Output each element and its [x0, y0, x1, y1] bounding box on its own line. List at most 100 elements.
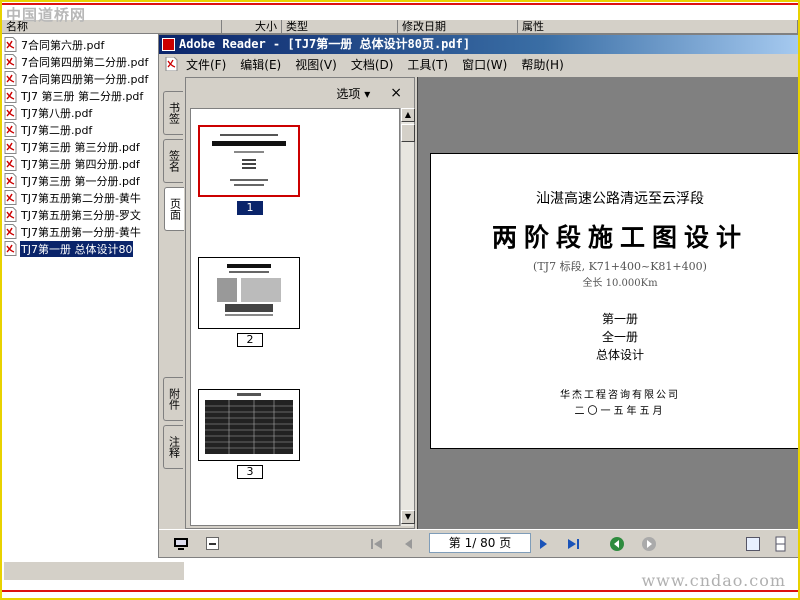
file-item[interactable]: TJ7第五册第二分册-黄牛	[4, 189, 162, 206]
monitor-icon[interactable]	[173, 536, 189, 552]
single-page-icon[interactable]	[745, 536, 761, 552]
menu-edit[interactable]: 编辑(E)	[240, 56, 281, 73]
adobe-reader-icon	[162, 38, 175, 51]
menu-document[interactable]: 文档(D)	[351, 56, 394, 73]
tab-bookmarks[interactable]: 书签	[163, 91, 183, 135]
file-list: 7合同第六册.pdf 7合同第四册第二分册.pdf 7合同第四册第一分册.pdf TJ…	[4, 36, 162, 257]
pdf-document-icon[interactable]	[165, 56, 178, 72]
pdf-file-icon	[4, 156, 17, 171]
file-name: TJ7 第三册 第二分册.pdf	[21, 89, 144, 103]
menu-help[interactable]: 帮助(H)	[521, 56, 563, 73]
file-name: TJ7第五册第三分册-罗文	[21, 208, 141, 222]
pdf-file-icon	[4, 88, 17, 103]
page-number-field[interactable]: 第 1/ 80 页	[429, 533, 531, 553]
file-name: TJ7第三册 第四分册.pdf	[21, 157, 140, 171]
close-pane-button[interactable]: ×	[390, 85, 402, 101]
options-button[interactable]: 选项 ▾	[336, 85, 370, 102]
file-name: TJ7第五册第二分册-黄牛	[21, 191, 141, 205]
scroll-up-button[interactable]: ▲	[401, 108, 415, 122]
thumbnail-preview	[205, 393, 293, 454]
pdf-file-icon	[4, 122, 17, 137]
file-name: 7合同第六册.pdf	[21, 38, 105, 52]
file-item[interactable]: TJ7第五册第一分册-黄牛	[4, 223, 162, 240]
pdf-file-icon	[4, 139, 17, 154]
file-item[interactable]: TJ7第二册.pdf	[4, 121, 162, 138]
thumbnail-pane: 选项 ▾ × 1 2 3 ▲ ▼	[185, 77, 415, 529]
col-size[interactable]: 大小	[222, 20, 282, 34]
doc-date: 二〇一五年五月	[574, 406, 666, 417]
previous-page-icon[interactable]	[401, 536, 417, 552]
file-item[interactable]: 7合同第四册第一分册.pdf	[4, 70, 162, 87]
pdf-file-icon	[4, 37, 17, 52]
tab-signatures[interactable]: 签名	[163, 139, 183, 183]
file-item[interactable]: TJ7第三册 第一分册.pdf	[4, 172, 162, 189]
menu-tools[interactable]: 工具(T)	[407, 56, 448, 73]
continuous-page-icon[interactable]	[773, 536, 789, 552]
page-number-label-3[interactable]: 3	[237, 465, 263, 479]
tab-pages[interactable]: 页面	[164, 187, 184, 231]
scroll-thumb[interactable]	[401, 124, 415, 142]
file-name: TJ7第二册.pdf	[21, 123, 93, 137]
pdf-file-icon	[4, 71, 17, 86]
file-item[interactable]: 7合同第四册第二分册.pdf	[4, 53, 162, 70]
page-number-label-2[interactable]: 2	[237, 333, 263, 347]
file-name: TJ7第三册 第三分册.pdf	[21, 140, 140, 154]
menu-file[interactable]: 文件(F)	[186, 56, 226, 73]
pdf-file-icon	[4, 190, 17, 205]
go-forward-icon[interactable]	[641, 536, 657, 552]
thumbnail-list: 1 2 3	[190, 108, 400, 526]
file-name: TJ7第一册 总体设计80	[20, 240, 134, 257]
pdf-file-icon	[4, 224, 17, 239]
menu-view[interactable]: 视图(V)	[295, 56, 337, 73]
page-navigation-bar: 第 1/ 80 页	[159, 529, 799, 557]
thumbnail-preview	[217, 264, 281, 316]
next-page-icon[interactable]	[535, 536, 551, 552]
doc-volume: 第一册	[601, 312, 638, 326]
doc-length: 全长 10.000Km	[582, 278, 658, 289]
col-type[interactable]: 类型	[282, 20, 398, 34]
watermark-bottom-right: www.cndao.com	[641, 571, 786, 590]
doc-company: 华杰工程咨询有限公司	[560, 390, 680, 401]
file-name: TJ7第八册.pdf	[21, 106, 93, 120]
file-item[interactable]: TJ7第一册 总体设计80	[4, 240, 162, 257]
red-rule-bottom	[2, 590, 798, 592]
thumbnail-preview	[200, 127, 298, 195]
first-page-icon[interactable]	[369, 536, 385, 552]
adobe-reader-window: Adobe Reader - [TJ7第一册 总体设计80页.pdf] 文件(F…	[158, 34, 800, 558]
page-thumbnail-1[interactable]	[198, 125, 300, 197]
doc-project-name: 汕湛高速公路清远至云浮段	[536, 191, 704, 207]
tab-attachments[interactable]: 附件	[163, 377, 183, 421]
window-title: Adobe Reader - [TJ7第一册 总体设计80页.pdf]	[179, 37, 471, 51]
col-modified[interactable]: 修改日期	[398, 20, 518, 34]
thumbnail-scrollbar[interactable]: ▲ ▼	[400, 108, 415, 526]
tab-comments[interactable]: 注释	[163, 425, 183, 469]
pdf-file-icon	[4, 207, 17, 222]
file-item[interactable]: TJ7第三册 第三分册.pdf	[4, 138, 162, 155]
file-name: TJ7第五册第一分册-黄牛	[21, 225, 141, 239]
page-number-label-1[interactable]: 1	[237, 201, 263, 215]
file-item[interactable]: TJ7 第三册 第二分册.pdf	[4, 87, 162, 104]
pdf-file-icon	[4, 54, 17, 69]
file-name: TJ7第三册 第一分册.pdf	[21, 174, 140, 188]
col-attributes[interactable]: 属性	[518, 20, 798, 34]
go-back-icon[interactable]	[609, 536, 625, 552]
doc-volume-name: 总体设计	[595, 348, 644, 362]
file-item[interactable]: TJ7第三册 第四分册.pdf	[4, 155, 162, 172]
window-titlebar[interactable]: Adobe Reader - [TJ7第一册 总体设计80页.pdf]	[159, 35, 799, 54]
panel-toggle-icon[interactable]	[205, 536, 221, 552]
menu-window[interactable]: 窗口(W)	[462, 56, 507, 73]
column-header: 名称 大小 类型 修改日期 属性	[2, 20, 798, 34]
file-name: 7合同第四册第二分册.pdf	[21, 55, 149, 69]
file-item[interactable]: TJ7第五册第三分册-罗文	[4, 206, 162, 223]
file-item[interactable]: 7合同第六册.pdf	[4, 36, 162, 53]
document-view[interactable]: 汕湛高速公路清远至云浮段 两阶段施工图设计 (TJ7 标段, K71+400~K…	[417, 77, 799, 529]
page-thumbnail-2[interactable]	[198, 257, 300, 329]
menu-bar: 文件(F) 编辑(E) 视图(V) 文档(D) 工具(T) 窗口(W) 帮助(H…	[159, 54, 799, 74]
scroll-down-button[interactable]: ▼	[401, 510, 415, 524]
red-rule-top	[2, 3, 798, 5]
file-item[interactable]: TJ7第八册.pdf	[4, 104, 162, 121]
page-thumbnail-3[interactable]	[198, 389, 300, 461]
file-name: 7合同第四册第一分册.pdf	[21, 72, 149, 86]
navigation-tabs: 书签 签名 页面 附件 注释	[161, 77, 185, 527]
last-page-icon[interactable]	[565, 536, 581, 552]
